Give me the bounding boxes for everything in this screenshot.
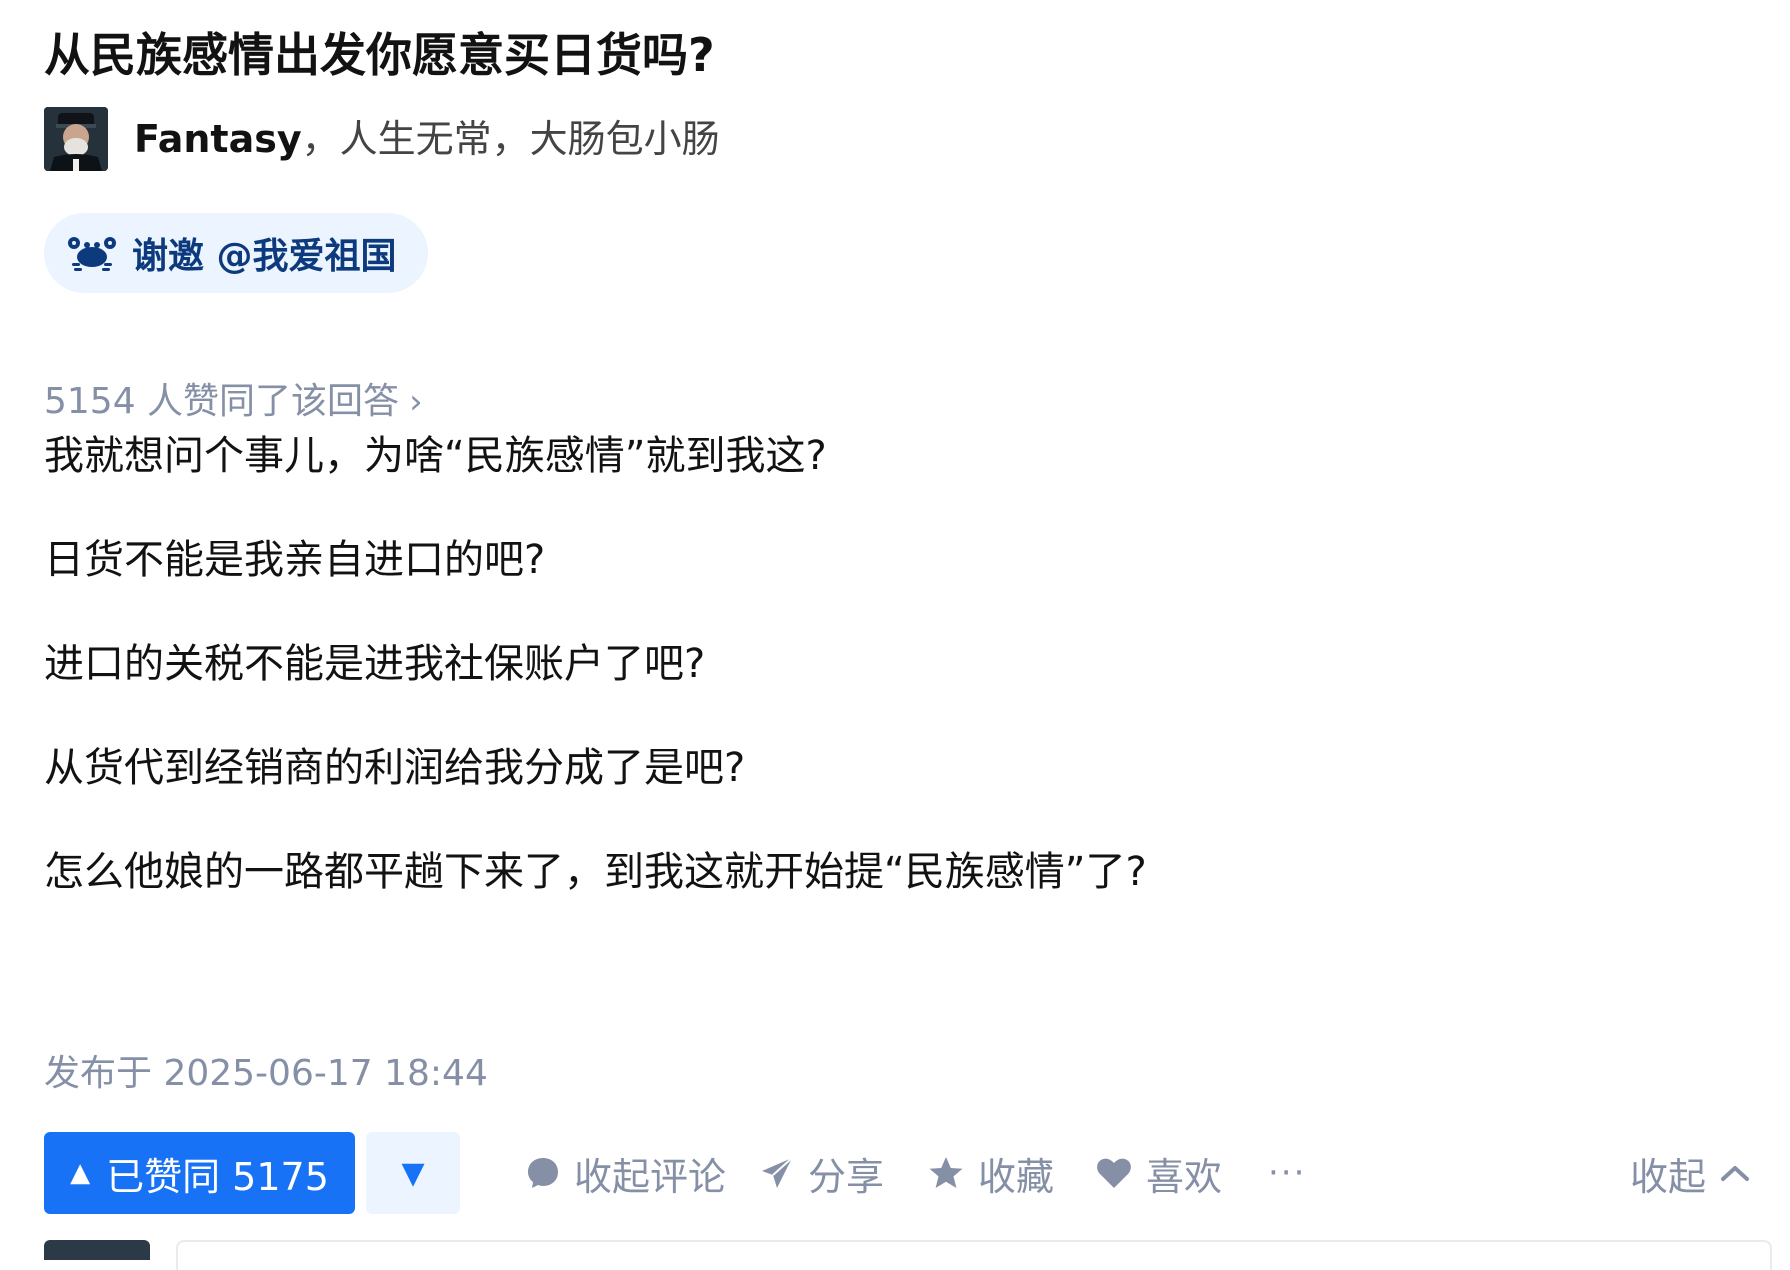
person-avatar-icon xyxy=(44,107,108,171)
answer-paragraph: 进口的关税不能是进我社保账户了吧? xyxy=(44,641,706,687)
author-info: Fantasy，人生无常，大肠包小肠 xyxy=(134,115,720,163)
upvote-summary-text: 5154 人赞同了该回答 xyxy=(44,381,400,422)
upvote-arrow-icon: ▲ xyxy=(70,1158,91,1188)
upvote-summary-link[interactable]: 5154 人赞同了该回答 › xyxy=(44,378,423,426)
downvote-button[interactable]: ▼ xyxy=(366,1132,460,1214)
commenter-avatar[interactable] xyxy=(44,1240,150,1260)
crab-icon xyxy=(68,237,116,271)
author-avatar[interactable] xyxy=(44,107,108,171)
share-button[interactable]: 分享 xyxy=(760,1132,884,1214)
like-label: 喜欢 xyxy=(1146,1154,1223,1199)
paper-plane-icon xyxy=(762,1157,793,1188)
author-separator: ， xyxy=(301,117,340,161)
comment-toggle-label: 收起评论 xyxy=(574,1154,727,1199)
answer-paragraph: 我就想问个事儿，为啥“民族感情”就到我这? xyxy=(44,433,827,479)
share-label: 分享 xyxy=(808,1154,885,1199)
like-button[interactable]: 喜欢 xyxy=(1096,1132,1222,1214)
chevron-right-icon: › xyxy=(409,382,423,422)
downvote-arrow-icon: ▼ xyxy=(401,1155,425,1191)
answer-paragraph: 从货代到经销商的利润给我分成了是吧? xyxy=(44,745,746,791)
author-row: Fantasy，人生无常，大肠包小肠 xyxy=(44,106,720,172)
comment-toggle-button[interactable]: 收起评论 xyxy=(526,1132,726,1214)
answer-card: 从民族感情出发你愿意买日货吗? Fantasy，人生无常，大肠包小肠 谢邀 @我… xyxy=(0,0,1790,1270)
author-bio: 人生无常，大肠包小肠 xyxy=(339,117,720,161)
favorite-label: 收藏 xyxy=(978,1154,1055,1199)
answer-paragraph: 日货不能是我亲自进口的吧? xyxy=(44,537,546,583)
chevron-up-icon xyxy=(1721,1166,1749,1181)
publish-time[interactable]: 发布于 2025-06-17 18:44 xyxy=(44,1050,488,1098)
more-dots-icon: ··· xyxy=(1268,1153,1307,1193)
upvote-button[interactable]: ▲ 已赞同 5175 xyxy=(44,1132,355,1214)
collapse-label: 收起 xyxy=(1629,1154,1706,1199)
answer-paragraph: 怎么他娘的一路都平趟下来了，到我这就开始提“民族感情”了? xyxy=(44,849,1147,895)
question-title[interactable]: 从民族感情出发你愿意买日货吗? xyxy=(44,26,715,84)
star-icon xyxy=(929,1157,963,1188)
comment-bubble-icon xyxy=(528,1158,558,1188)
invite-label: 谢邀 @我爱祖国 xyxy=(132,236,397,277)
more-options-button[interactable]: ··· xyxy=(1268,1132,1306,1214)
upvote-label: 已赞同 5175 xyxy=(106,1154,329,1199)
invite-badge[interactable]: 谢邀 @我爱祖国 xyxy=(44,213,428,293)
author-name[interactable]: Fantasy xyxy=(134,117,302,161)
heart-icon xyxy=(1097,1158,1131,1188)
favorite-button[interactable]: 收藏 xyxy=(928,1132,1054,1214)
collapse-button[interactable]: 收起 xyxy=(1630,1132,1764,1214)
action-bar: ▲ 已赞同 5175 ▼ 收起评论 分享 收藏 喜欢 ··· 收起 xyxy=(44,1132,1764,1214)
comment-input-box[interactable] xyxy=(176,1240,1772,1270)
